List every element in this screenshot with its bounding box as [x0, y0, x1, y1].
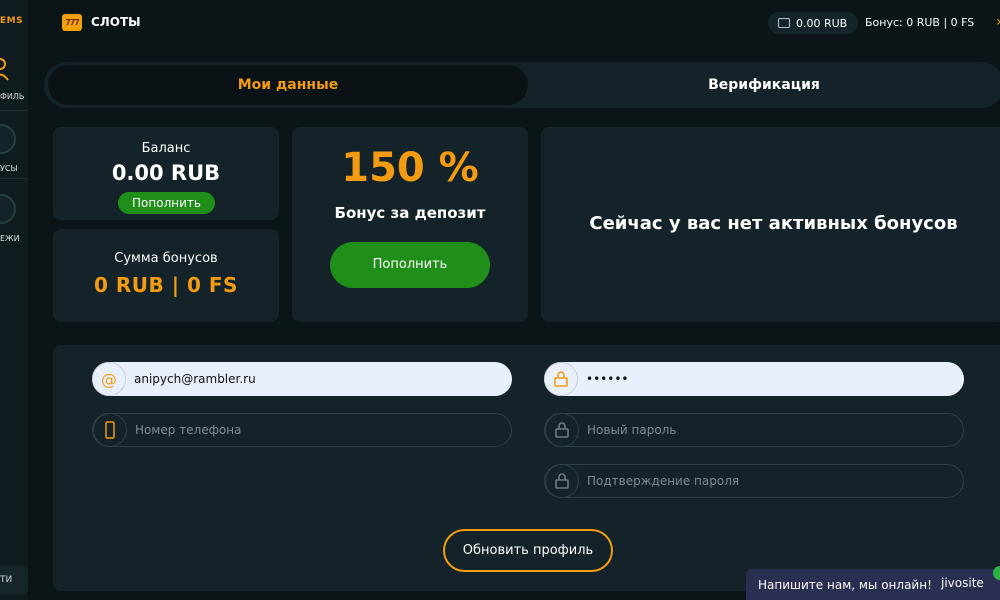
slots-link[interactable]: СЛОТЫ: [91, 15, 141, 29]
slots-icon[interactable]: 777: [62, 14, 82, 31]
wallet-balance-value: 0.00 RUB: [796, 16, 848, 30]
gift-icon: [0, 124, 16, 154]
deposit-bonus-button[interactable]: Пополнить: [330, 242, 490, 288]
new-password-input[interactable]: [587, 423, 927, 437]
confirm-password-input[interactable]: [587, 474, 927, 488]
chevron-right-icon[interactable]: ›: [996, 14, 1000, 30]
chat-widget[interactable]: Напишите нам, мы онлайн! jivosite: [746, 566, 1000, 600]
tab-verification[interactable]: Верификация: [528, 65, 1000, 105]
sidebar-item-label: ЕЖИ: [0, 234, 20, 243]
sidebar-divider: [0, 110, 28, 111]
balance-value: 0.00 RUB: [111, 161, 221, 185]
bonus-sum-card: Сумма бонусов 0 RUB | 0 FS: [53, 229, 279, 322]
at-sign-icon: @: [92, 362, 126, 396]
phone-icon: [93, 413, 127, 447]
active-bonuses-card: Сейчас у вас нет активных бонусов: [541, 127, 1000, 322]
top-bar: 777 СЛОТЫ 0.00 RUB Бонус: 0 RUB | 0 FS ›: [28, 0, 1000, 46]
no-active-bonuses-message: Сейчас у вас нет активных бонусов: [589, 213, 958, 234]
bonus-percent: 150 %: [341, 145, 479, 191]
chat-message: Напишите нам, мы онлайн!: [758, 577, 932, 592]
brand-logo: EMS: [0, 16, 24, 26]
sidebar-divider: [0, 178, 28, 179]
wallet-balance[interactable]: 0.00 RUB: [768, 12, 858, 34]
card-icon: [0, 194, 16, 224]
balance-title: Баланс: [141, 141, 191, 156]
lock-icon: [545, 413, 579, 447]
bonus-summary: Бонус: 0 RUB | 0 FS: [865, 16, 975, 29]
deposit-button[interactable]: Пополнить: [118, 192, 215, 214]
deposit-bonus-card: 150 % Бонус за депозит Пополнить: [292, 127, 528, 322]
sidebar-item-label: ФИЛЬ: [0, 92, 25, 101]
password-input[interactable]: [586, 372, 926, 386]
wallet-icon: [778, 18, 790, 28]
bonus-label: Бонус за депозит: [334, 204, 486, 222]
balance-card: Баланс 0.00 RUB Пополнить: [53, 127, 279, 220]
bonus-sum-value: 0 RUB | 0 FS: [94, 273, 238, 297]
profile-tabs: Мои данные Верификация: [44, 62, 1000, 108]
chat-brand: jivosite: [941, 576, 984, 590]
phone-field[interactable]: [92, 413, 512, 447]
logout-button[interactable]: ТИ: [0, 566, 28, 594]
sidebar: EMS ФИЛЬ УСЫ ЕЖИ ТИ: [0, 0, 28, 600]
confirm-password-field[interactable]: [544, 464, 964, 498]
lock-icon: [545, 464, 579, 498]
online-status-icon: [993, 566, 1000, 580]
phone-input[interactable]: [135, 423, 475, 437]
sidebar-item-label: УСЫ: [0, 164, 18, 173]
password-field[interactable]: [544, 362, 964, 396]
tab-my-data[interactable]: Мои данные: [48, 65, 528, 105]
email-field[interactable]: @: [92, 362, 512, 396]
new-password-field[interactable]: [544, 413, 964, 447]
user-icon: [0, 58, 9, 81]
bonus-sum-title: Сумма бонусов: [114, 251, 218, 266]
email-input[interactable]: [134, 372, 474, 386]
update-profile-button[interactable]: Обновить профиль: [443, 529, 613, 572]
lock-icon: [544, 362, 578, 396]
